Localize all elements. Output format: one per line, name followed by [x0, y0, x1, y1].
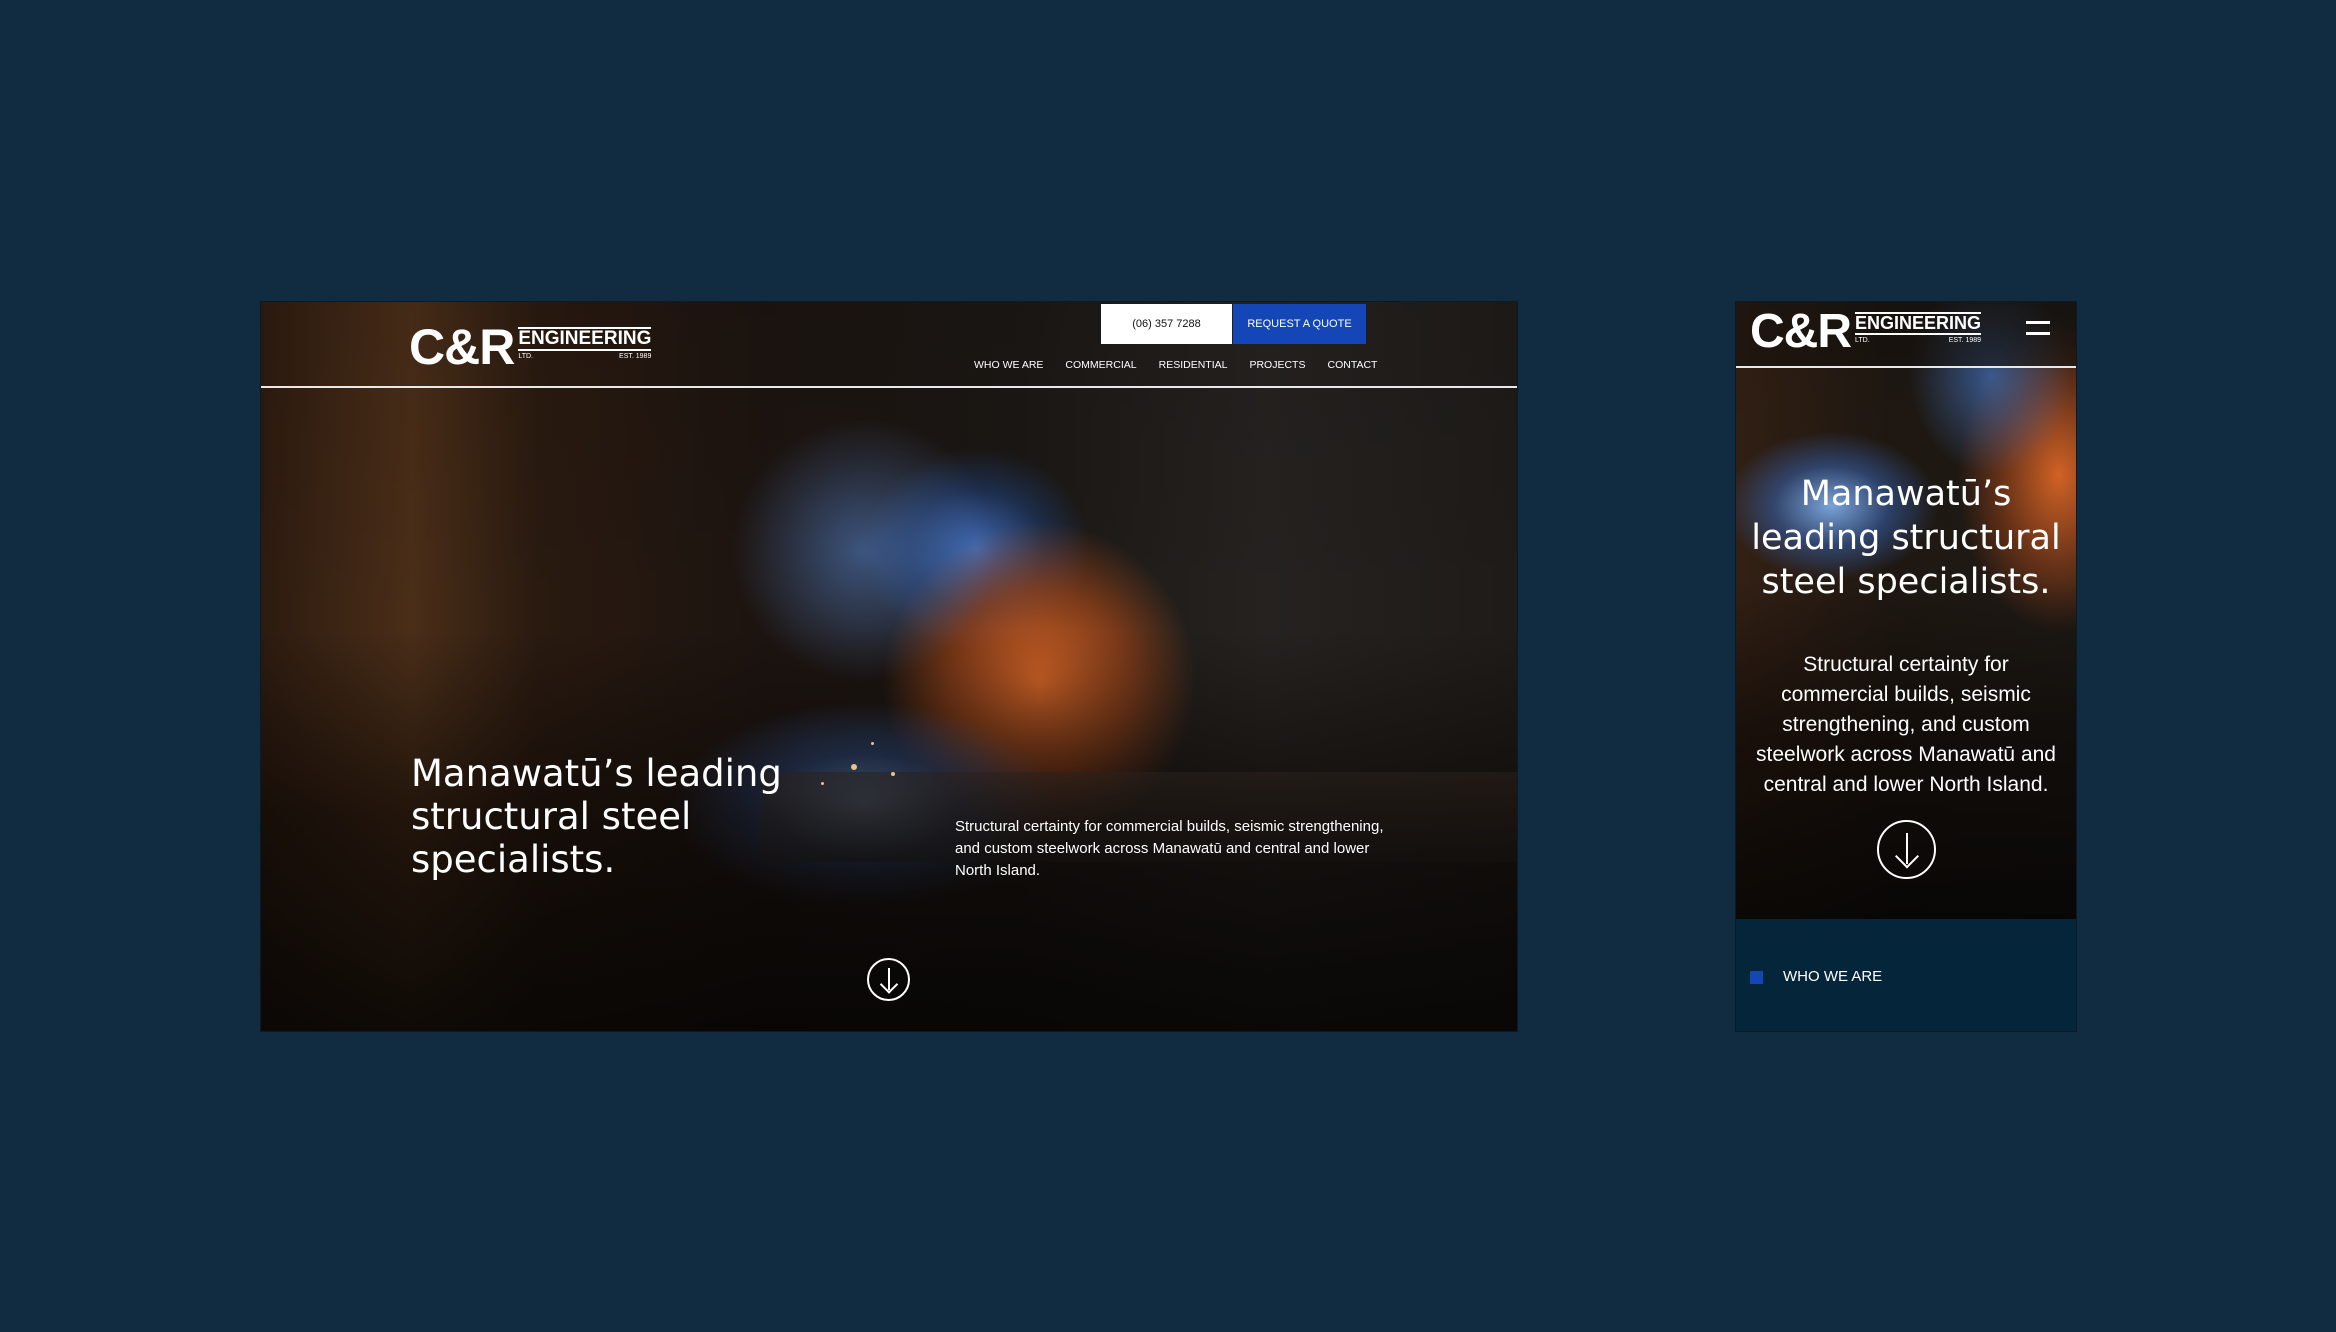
hero-title: Manawatū’s leading structural steel spec… [411, 752, 782, 881]
desktop-mockup: C&R ENGINEERING LTD. EST. 1989 (06) 357 … [260, 301, 1518, 1032]
mobile-logo-wordmark: ENGINEERING [1855, 312, 1982, 335]
scroll-down-arrow-icon[interactable] [867, 958, 910, 1001]
who-we-are-section: WHO WE ARE [1736, 919, 2076, 1031]
mobile-logo-est: EST. 1989 [1948, 336, 1982, 344]
mobile-header-divider [1736, 366, 2076, 368]
hamburger-menu-icon[interactable] [2026, 321, 2050, 335]
mobile-hero-title: Manawatū’s leading structural steel spec… [1751, 474, 2061, 602]
logo-ltd: LTD. [518, 352, 533, 360]
nav-residential[interactable]: RESIDENTIAL [1159, 359, 1228, 371]
logo-wordmark: ENGINEERING [518, 327, 652, 351]
header-divider [261, 386, 1517, 388]
nav-projects[interactable]: PROJECTS [1249, 359, 1305, 371]
logo[interactable]: C&R ENGINEERING LTD. EST. 1989 [409, 319, 652, 375]
nav-commercial[interactable]: COMMERCIAL [1065, 359, 1136, 371]
logo-est: EST. 1989 [619, 352, 652, 360]
main-nav: WHO WE ARE COMMERCIAL RESIDENTIAL PROJEC… [974, 359, 1377, 371]
mobile-hero-subtitle: Structural certainty for commercial buil… [1756, 653, 2056, 796]
hero-welder-photo [261, 302, 1517, 1031]
mobile-scroll-down-arrow-icon[interactable] [1877, 820, 1936, 879]
nav-contact[interactable]: CONTACT [1327, 359, 1377, 371]
mobile-logo-mark: C&R [1750, 305, 1852, 358]
mobile-mockup: C&R ENGINEERING LTD. EST. 1989 Manawatū’… [1735, 301, 2077, 1032]
section-label: WHO WE ARE [1783, 968, 1883, 985]
section-marker [1750, 971, 1763, 984]
mobile-logo[interactable]: C&R ENGINEERING LTD. EST. 1989 [1750, 305, 1982, 358]
nav-who-we-are[interactable]: WHO WE ARE [974, 359, 1043, 371]
logo-mark: C&R [409, 319, 515, 375]
phone-button[interactable]: (06) 357 7288 [1101, 304, 1232, 344]
hero-subtitle: Structural certainty for commercial buil… [955, 818, 1384, 879]
mobile-logo-ltd: LTD. [1855, 336, 1870, 344]
request-quote-button[interactable]: REQUEST A QUOTE [1233, 304, 1366, 344]
